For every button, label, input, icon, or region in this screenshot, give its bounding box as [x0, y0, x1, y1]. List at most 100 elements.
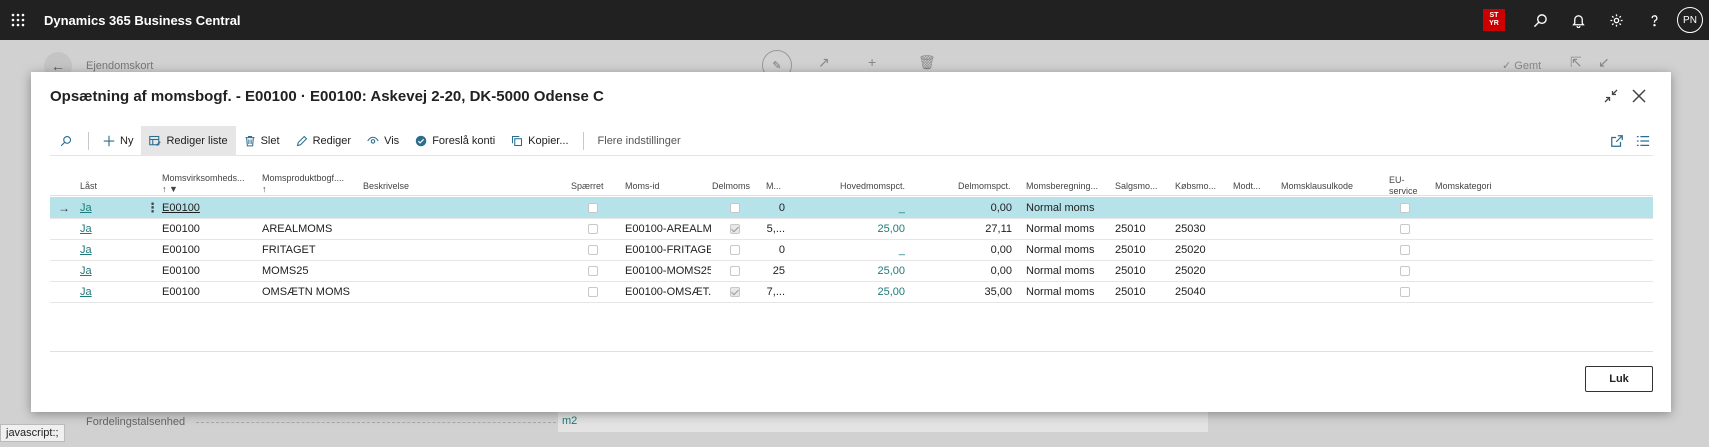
col-eu-service[interactable]: EU- service — [1389, 175, 1418, 197]
cell-locked[interactable]: Ja — [80, 239, 120, 261]
col-partial-vat[interactable]: Delmoms — [712, 181, 750, 192]
col-sales-account[interactable]: Salgsmo... — [1115, 181, 1158, 192]
cell-vat-clause[interactable] — [1281, 239, 1381, 261]
cell-description[interactable] — [363, 197, 563, 219]
cell-description[interactable] — [363, 281, 563, 303]
cell-vat-calc[interactable]: Normal moms — [1026, 218, 1112, 240]
cell-description[interactable] — [363, 218, 563, 240]
col-description[interactable]: Beskrivelse — [363, 181, 409, 192]
cell-bus-posting-group[interactable]: E00100 — [162, 218, 257, 240]
more-options-button[interactable]: Flere indstillinger — [590, 126, 689, 156]
cell-bus-posting-group[interactable]: E00100 — [162, 197, 257, 219]
cell-prod-posting-group[interactable]: MOMS25 — [262, 260, 360, 282]
blocked-checkbox[interactable] — [588, 203, 598, 213]
col-main-vat-pct[interactable]: Hovedmomspct. — [840, 181, 905, 192]
suggest-accounts-button[interactable]: Foreslå konti — [407, 126, 503, 156]
cell-sales-account[interactable] — [1115, 197, 1171, 219]
cell-vat-calc[interactable]: Normal moms — [1026, 239, 1112, 261]
cell-sales-account[interactable]: 25010 — [1115, 218, 1171, 240]
cell-vat-calc[interactable]: Normal moms — [1026, 197, 1112, 219]
cell-partial-vat-pct[interactable]: 35,00 — [950, 281, 1012, 303]
copy-button[interactable]: Kopier... — [503, 126, 576, 156]
cell-locked[interactable]: Ja — [80, 218, 120, 240]
search-list-button[interactable] — [50, 126, 82, 156]
eu-service-checkbox[interactable] — [1400, 266, 1410, 276]
cell-m[interactable]: 0 — [750, 197, 785, 219]
col-purchase-account[interactable]: Købsmo... — [1175, 181, 1216, 192]
cell-main-vat-pct[interactable]: 25,00 — [830, 281, 905, 303]
bell-icon[interactable] — [1559, 0, 1597, 40]
edit-list-button[interactable]: Rediger liste — [141, 125, 236, 156]
cell-prod-posting-group[interactable] — [262, 197, 360, 219]
cell-reverse-account[interactable] — [1233, 281, 1279, 303]
edit-button[interactable]: Rediger — [288, 126, 360, 156]
cell-m[interactable]: 5,... — [750, 218, 785, 240]
table-row[interactable]: → ⋮ Ja E00100 0 _ 0,00 Normal moms — [50, 197, 1653, 219]
cell-vat-id[interactable]: E00100-AREALM... — [625, 218, 711, 240]
cell-purchase-account[interactable] — [1175, 197, 1231, 219]
blocked-checkbox[interactable] — [588, 224, 598, 234]
partial-vat-checkbox[interactable] — [730, 245, 740, 255]
cell-sales-account[interactable]: 25010 — [1115, 239, 1171, 261]
cell-prod-posting-group[interactable]: AREALMOMS — [262, 218, 360, 240]
help-icon[interactable] — [1635, 0, 1673, 40]
view-button[interactable]: Vis — [359, 126, 407, 156]
cell-vat-clause[interactable] — [1281, 260, 1381, 282]
cell-m[interactable]: 7,... — [750, 281, 785, 303]
cell-main-vat-pct[interactable]: _ — [830, 197, 905, 219]
cell-description[interactable] — [363, 260, 563, 282]
col-vat-id[interactable]: Moms-id — [625, 181, 660, 192]
table-row[interactable]: Ja E00100 OMSÆTN MOMS E00100-OMSÆT... 7,... 2… — [50, 281, 1653, 303]
partial-vat-checkbox[interactable] — [730, 287, 740, 297]
partial-vat-checkbox[interactable] — [730, 266, 740, 276]
col-m[interactable]: M... — [766, 181, 781, 192]
blocked-checkbox[interactable] — [588, 266, 598, 276]
cell-description[interactable] — [363, 239, 563, 261]
eu-service-checkbox[interactable] — [1400, 245, 1410, 255]
cell-vat-category[interactable] — [1435, 197, 1535, 219]
cell-purchase-account[interactable]: 25020 — [1175, 239, 1231, 261]
cell-prod-posting-group[interactable]: FRITAGET — [262, 239, 360, 261]
cell-reverse-account[interactable] — [1233, 197, 1279, 219]
eu-service-checkbox[interactable] — [1400, 287, 1410, 297]
partial-vat-checkbox[interactable] — [730, 224, 740, 234]
app-name[interactable]: Dynamics 365 Business Central — [44, 13, 241, 28]
cell-m[interactable]: 25 — [750, 260, 785, 282]
cell-vat-category[interactable] — [1435, 218, 1535, 240]
delete-button[interactable]: Slet — [236, 126, 288, 156]
blocked-checkbox[interactable] — [588, 287, 598, 297]
col-blocked[interactable]: Spærret — [571, 181, 604, 192]
col-vat-category[interactable]: Momskategori — [1435, 181, 1492, 192]
col-vat-calc[interactable]: Momsberegning... — [1026, 181, 1098, 192]
gear-icon[interactable] — [1597, 0, 1635, 40]
eu-service-checkbox[interactable] — [1400, 224, 1410, 234]
new-button[interactable]: Ny — [95, 126, 141, 156]
cell-bus-posting-group[interactable]: E00100 — [162, 239, 257, 261]
cell-vat-clause[interactable] — [1281, 218, 1381, 240]
row-actions-icon[interactable]: ⋮ — [146, 197, 159, 219]
cell-vat-category[interactable] — [1435, 281, 1535, 303]
cell-partial-vat-pct[interactable]: 0,00 — [950, 197, 1012, 219]
cell-vat-id[interactable] — [625, 197, 711, 219]
cell-main-vat-pct[interactable]: 25,00 — [830, 218, 905, 240]
share-icon[interactable] — [1610, 126, 1624, 156]
cell-reverse-account[interactable] — [1233, 260, 1279, 282]
cell-purchase-account[interactable]: 25020 — [1175, 260, 1231, 282]
col-reverse-account[interactable]: Modt... — [1233, 181, 1261, 192]
cell-locked[interactable]: Ja — [80, 197, 120, 219]
list-layout-icon[interactable] — [1636, 126, 1650, 156]
avatar[interactable]: PN — [1677, 7, 1703, 33]
collapse-icon[interactable] — [1599, 84, 1623, 108]
cell-main-vat-pct[interactable]: 25,00 — [830, 260, 905, 282]
col-bus-posting-group[interactable]: Momsvirksomheds... ↑ ▼ — [162, 173, 245, 195]
cell-prod-posting-group[interactable]: OMSÆTN MOMS — [262, 281, 360, 303]
app-launcher-icon[interactable] — [0, 0, 36, 40]
close-icon[interactable] — [1627, 84, 1651, 108]
table-row[interactable]: Ja E00100AREALMOMS E00100-AREALM... 5,... 25… — [50, 218, 1653, 240]
cell-locked[interactable]: Ja — [80, 260, 120, 282]
cell-partial-vat-pct[interactable]: 27,11 — [950, 218, 1012, 240]
cell-sales-account[interactable]: 25010 — [1115, 260, 1171, 282]
eu-service-checkbox[interactable] — [1400, 203, 1410, 213]
table-row[interactable]: Ja E00100 FRITAGET E00100-FRITAGET 0 _ 0,00 Nor… — [50, 239, 1653, 261]
col-locked[interactable]: Låst — [80, 181, 97, 192]
